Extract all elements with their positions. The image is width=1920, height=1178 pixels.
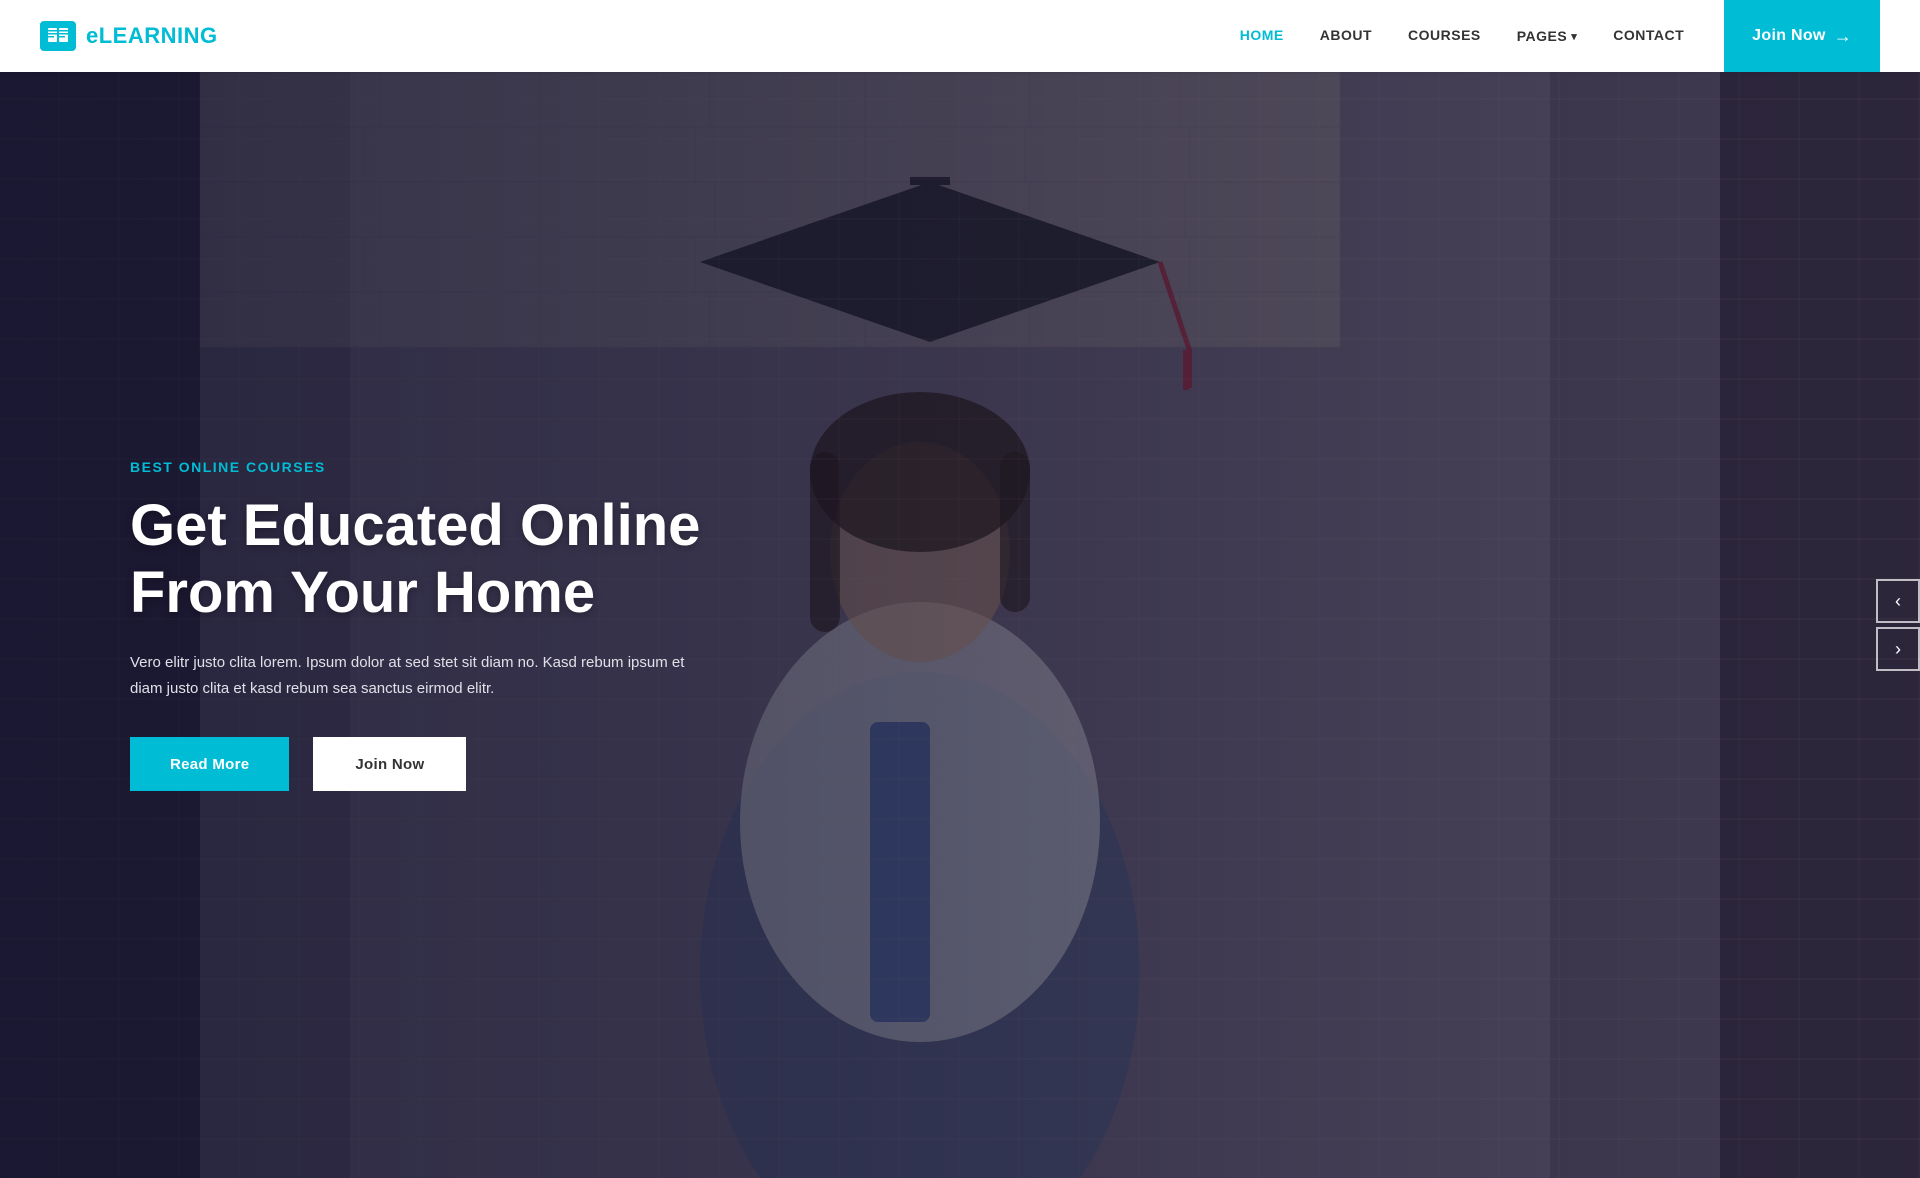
hero-section: BEST ONLINE COURSES Get Educated Online … <box>0 72 1920 1178</box>
hero-title: Get Educated Online From Your Home <box>130 493 710 626</box>
hero-subtitle: BEST ONLINE COURSES <box>130 459 710 475</box>
nav-item-pages[interactable]: PAGES ▾ <box>1517 28 1578 44</box>
brand-logo[interactable]: eLEARNING <box>40 21 218 51</box>
slider-prev-button[interactable]: ‹ <box>1876 579 1920 623</box>
nav-link-courses[interactable]: COURSES <box>1408 27 1481 43</box>
logo-icon <box>40 21 76 51</box>
nav-link-about[interactable]: ABOUT <box>1320 27 1372 43</box>
nav-links: HOME ABOUT COURSES PAGES ▾ CONTACT <box>1240 27 1684 45</box>
nav-link-contact[interactable]: CONTACT <box>1613 27 1684 43</box>
hero-content: BEST ONLINE COURSES Get Educated Online … <box>0 459 710 791</box>
nav-cta-button[interactable]: Join Now → <box>1724 0 1880 72</box>
main-nav: eLEARNING HOME ABOUT COURSES PAGES ▾ CON… <box>0 0 1920 72</box>
brand-name: eLEARNING <box>86 23 218 49</box>
read-more-button[interactable]: Read More <box>130 737 289 791</box>
nav-item-about[interactable]: ABOUT <box>1320 27 1372 45</box>
nav-link-home[interactable]: HOME <box>1240 27 1284 43</box>
nav-item-courses[interactable]: COURSES <box>1408 27 1481 45</box>
nav-item-home[interactable]: HOME <box>1240 27 1284 45</box>
nav-link-pages[interactable]: PAGES ▾ <box>1517 28 1578 44</box>
book-icon <box>47 27 69 45</box>
hero-buttons: Read More Join Now <box>130 737 710 791</box>
slider-next-button[interactable]: › <box>1876 627 1920 671</box>
hero-description: Vero elitr justo clita lorem. Ipsum dolo… <box>130 650 710 701</box>
join-now-button[interactable]: Join Now <box>313 737 466 791</box>
arrow-icon: → <box>1834 26 1852 47</box>
nav-item-contact[interactable]: CONTACT <box>1613 27 1684 45</box>
chevron-down-icon: ▾ <box>1571 30 1577 43</box>
slider-controls: ‹ › <box>1876 579 1920 671</box>
